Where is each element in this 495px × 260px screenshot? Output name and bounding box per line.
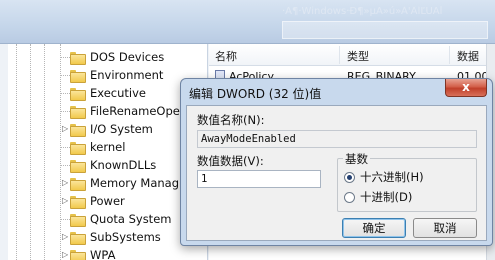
dialog-body: 数值名称(N): AwayModeEnabled 数值数据(V): 1 基数 十… — [186, 105, 487, 241]
tree-item-label: Power — [90, 194, 125, 208]
tree-item-label: Memory Manag — [90, 176, 180, 190]
edit-dword-dialog: 编辑 DWORD (32 位)值 x 数值名称(N): AwayModeEnab… — [180, 78, 493, 246]
value-data-input[interactable]: 1 — [197, 170, 321, 188]
background-search-box — [282, 21, 488, 39]
tree-item-label: Quota System — [90, 212, 172, 226]
tree-item-label: SubSystems — [90, 230, 161, 244]
radio-decimal[interactable]: 十进制(D) — [344, 189, 412, 205]
folder-icon — [70, 177, 86, 191]
tree-item-executive[interactable]: Executive — [60, 84, 146, 102]
value-name-label: 数值名称(N): — [197, 113, 265, 127]
value-data-label: 数值数据(V): — [197, 154, 264, 168]
tree-item-label: FileRenameOper — [90, 104, 185, 118]
folder-icon — [70, 159, 86, 173]
column-header-name[interactable]: 名称 — [215, 48, 237, 64]
value-name-field[interactable]: AwayModeEnabled — [197, 130, 477, 148]
column-header-data[interactable]: 数据 — [457, 48, 479, 64]
tree-item-label: DOS Devices — [90, 50, 165, 64]
tree-item-memory-management[interactable]: ▷ Memory Manag — [62, 174, 180, 192]
base-groupbox-title: 基数 — [343, 151, 370, 167]
list-header: 名称 类型 数据 — [209, 44, 495, 66]
radio-hexadecimal-label: 十六进制(H) — [360, 170, 424, 184]
column-header-type[interactable]: 类型 — [347, 48, 369, 64]
base-groupbox: 基数 十六进制(H) 十进制(D) — [337, 151, 477, 212]
tree-item-environment[interactable]: Environment — [60, 66, 164, 84]
radio-hexadecimal[interactable]: 十六进制(H) — [344, 169, 424, 185]
tree-item-quota-system[interactable]: Quota System — [60, 210, 172, 228]
expand-arrow-icon[interactable]: ▷ — [62, 251, 69, 259]
tree-item-dos-devices[interactable]: DOS Devices — [60, 48, 165, 66]
tree-item-label: KnownDLLs — [90, 158, 157, 172]
tree-item-subsystems[interactable]: ▷ SubSystems — [62, 228, 161, 246]
dialog-title: 编辑 DWORD (32 位)值 — [189, 87, 322, 101]
tree-item-filerenameoper[interactable]: FileRenameOper — [60, 102, 185, 120]
ok-button[interactable]: 确定 — [342, 218, 406, 238]
close-button[interactable]: x — [445, 79, 487, 97]
folder-icon — [70, 105, 86, 119]
folder-icon — [70, 141, 86, 155]
tree-item-io-system[interactable]: ▷ I/O System — [62, 120, 153, 138]
expand-arrow-icon[interactable]: ▷ — [62, 179, 69, 187]
radio-unchecked-icon[interactable] — [344, 191, 355, 203]
folder-icon — [70, 231, 86, 245]
folder-icon — [70, 213, 86, 227]
tree-item-label: WPA — [90, 248, 116, 260]
tree-item-power[interactable]: ▷ Power — [62, 192, 125, 210]
tree-item-label: Environment — [90, 68, 164, 82]
folder-icon — [70, 87, 86, 101]
expand-arrow-icon[interactable]: ▷ — [62, 197, 69, 205]
folder-icon — [70, 123, 86, 137]
background-window-titlebar: ·Ă¶·Windows·Đ¶»µÄ»ú»À'ÂÍĽÜÄĺ — [0, 0, 495, 44]
tree-item-kernel[interactable]: kernel — [60, 138, 126, 156]
registry-tree[interactable]: DOS Devices Environment Executive FileRe… — [8, 44, 208, 260]
tree-guides — [8, 44, 68, 260]
radio-decimal-label: 十进制(D) — [360, 190, 413, 204]
tree-item-label: I/O System — [90, 122, 153, 136]
folder-icon — [70, 195, 86, 209]
expand-arrow-icon[interactable]: ▷ — [62, 233, 69, 241]
tree-item-label: Executive — [90, 86, 146, 100]
radio-checked-icon[interactable] — [344, 171, 355, 183]
tree-item-wpa[interactable]: ▷ WPA — [62, 246, 116, 260]
folder-icon — [70, 249, 86, 260]
background-window-title: ·Ă¶·Windows·Đ¶»µÄ»ú»À'ÂÍĽÜÄĺ — [282, 6, 443, 17]
expand-arrow-icon[interactable]: ▷ — [62, 125, 69, 133]
folder-icon — [70, 51, 86, 65]
cancel-button[interactable]: 取消 — [413, 218, 477, 238]
folder-icon — [70, 69, 86, 83]
tree-item-label: kernel — [90, 140, 126, 154]
tree-item-knowndlls[interactable]: KnownDLLs — [60, 156, 157, 174]
